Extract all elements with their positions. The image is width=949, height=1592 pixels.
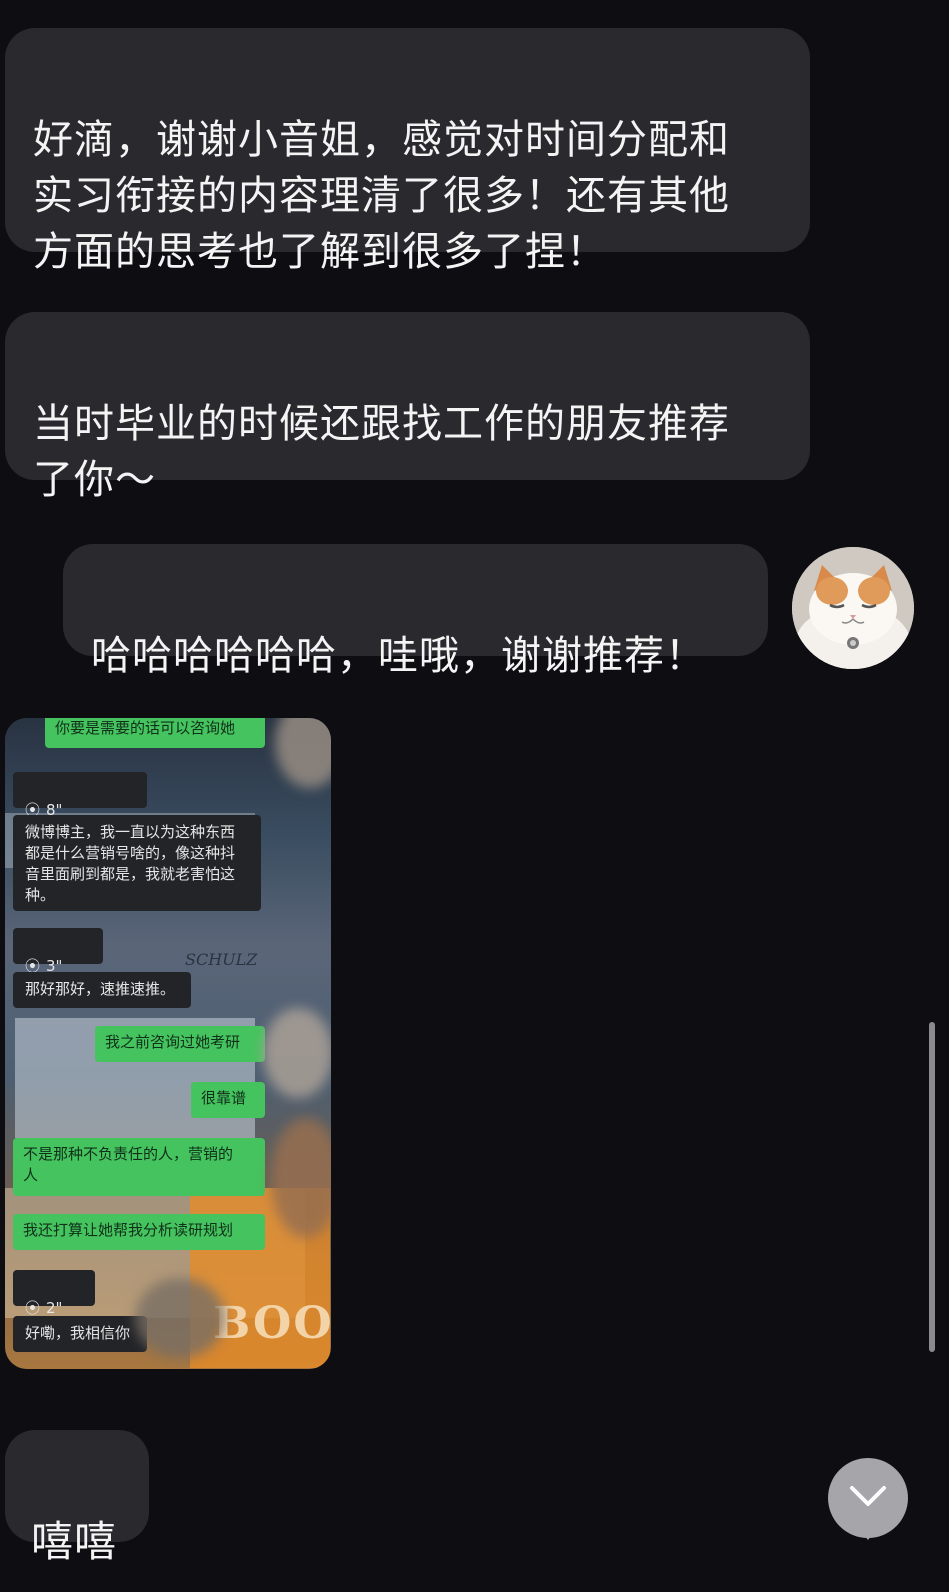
image-bg-text: BOO bbox=[213, 1298, 331, 1349]
image-voice-bubble: ⦿ 8" bbox=[13, 772, 147, 819]
cat-avatar-icon bbox=[792, 547, 914, 669]
image-bubble-received: 微博博主，我一直以为这种东西 都是什么营销号啥的，像这种抖 音里面刷到都是，我就… bbox=[13, 815, 261, 911]
image-voice-bubble: ⦿ 2" bbox=[13, 1270, 95, 1317]
button-tail bbox=[860, 1530, 876, 1540]
image-bubble-sent: 不是那种不负责任的人，营销的 人 bbox=[13, 1138, 265, 1196]
image-bubble-sent: 我之前咨询过她考研 bbox=[95, 1026, 265, 1062]
image-message[interactable]: SCHULZ BOO 你要是需要的话可以咨询她 ⦿ 8" 微博博主，我一直以为这种… bbox=[5, 718, 331, 1369]
image-bubble-received: 好嘞，我相信你 bbox=[13, 1316, 147, 1352]
chevron-down-icon bbox=[850, 1486, 886, 1506]
avatar[interactable] bbox=[792, 547, 914, 669]
message-text: 嘻嘻 bbox=[31, 1517, 118, 1566]
message-text: 好滴，谢谢小音姐，感觉对时间分配和 实习衔接的内容理清了很多！还有其他 方面的思… bbox=[33, 117, 730, 275]
image-bubble-sent: 我还打算让她帮我分析读研规划 bbox=[13, 1214, 265, 1250]
image-voice-bubble: ⦿ 3" bbox=[13, 928, 103, 975]
image-bubble-received: 那好那好，速推速推。 bbox=[13, 972, 191, 1008]
message-bubble-received[interactable]: 嘻嘻 bbox=[5, 1430, 149, 1566]
message-bubble-sent[interactable]: 哈哈哈哈哈哈，哇哦，谢谢推荐！ bbox=[63, 544, 768, 679]
blur-mask bbox=[135, 1278, 225, 1358]
message-text: 哈哈哈哈哈哈，哇哦，谢谢推荐！ bbox=[91, 633, 706, 679]
message-bubble-received[interactable]: 好滴，谢谢小音姐，感觉对时间分配和 实习衔接的内容理清了很多！还有其他 方面的思… bbox=[5, 28, 810, 275]
scrollbar[interactable] bbox=[929, 1022, 935, 1352]
image-bubble-sent: 很靠谱 bbox=[191, 1082, 265, 1118]
message-bubble-received[interactable]: 当时毕业的时候还跟找工作的朋友推荐 了你～ bbox=[5, 312, 810, 503]
blur-mask bbox=[263, 1008, 331, 1098]
image-bg-text: SCHULZ bbox=[185, 950, 258, 969]
message-text: 当时毕业的时候还跟找工作的朋友推荐 了你～ bbox=[33, 401, 730, 503]
voice-duration: 2" bbox=[46, 1299, 63, 1317]
image-bubble-sent: 你要是需要的话可以咨询她 bbox=[45, 718, 265, 748]
scroll-to-bottom-button[interactable] bbox=[828, 1458, 908, 1540]
